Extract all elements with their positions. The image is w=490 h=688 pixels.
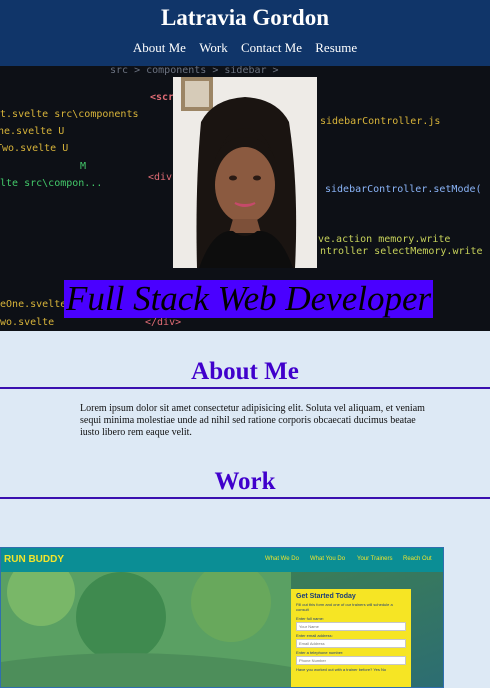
project-nav-item: Your Trainers [357,556,393,562]
code-line: Two.svelte U [0,143,69,154]
project-hero-photo [1,572,291,687]
code-line: neOne.svelte [0,299,67,310]
project-nav-item: What We Do [265,556,299,562]
form-yes-option: Yes [373,667,380,672]
code-line: Two.svelte [0,317,55,328]
form-no-option: No [380,667,387,672]
project-header-bar: RUN BUDDY What We Do What You Do Your Tr… [1,548,443,572]
code-line: src > components > sidebar > [110,66,279,76]
nav-work[interactable]: Work [199,40,228,55]
project-screenshot-run-buddy[interactable]: RUN BUDDY What We Do What You Do Your Tr… [0,547,444,688]
code-line: <div [148,172,173,183]
form-question-text: Have you worked out with a trainer befor… [296,667,373,672]
about-me-text: Lorem ipsum dolor sit amet consectetur a… [80,403,425,438]
form-subtitle: Fill out this form and one of our traine… [296,602,393,612]
project-signup-form: Get Started Today Fill out this form and… [291,589,411,687]
profile-photo [173,77,317,268]
code-line: sidebarController.js [320,116,441,127]
project-nav-item: Reach Out [403,556,432,562]
site-title: Latravia Gordon [160,5,330,30]
work-heading: Work [0,467,490,499]
code-line: ht.svelte src\components [0,109,139,120]
form-label: Enter email address: [296,633,333,638]
nav-about-me[interactable]: About Me [133,40,186,55]
hero-tagline: Full Stack Web Developer [64,279,434,318]
hero-banner: src > components > sidebar > <scri ht.sv… [0,66,490,331]
form-label: Enter full name: [296,616,325,621]
nav-contact-me[interactable]: Contact Me [241,40,302,55]
project-nav-item: What You Do [310,556,346,562]
code-line: sidebarController.setMode( [325,184,482,195]
form-question: Have you worked out with a trainer befor… [296,667,406,672]
form-phone-field: Phone Number [296,656,406,665]
project-brand: RUN BUDDY [4,554,64,565]
about-me-heading: About Me [0,357,490,389]
code-line: M [80,161,87,172]
code-line: </div> [145,317,182,328]
code-line: elte src\compon... [0,178,103,189]
nav-resume[interactable]: Resume [315,40,357,55]
code-line: ntroller selectMemory.write [320,246,483,257]
main-nav: About Me Work Contact Me Resume [0,40,490,56]
form-label: Enter a telephone number: [296,650,344,655]
site-header: Latravia Gordon About Me Work Contact Me… [0,0,490,66]
code-line: ve.action memory.write [318,234,451,245]
form-email-field: Email Address [296,639,406,648]
form-title: Get Started Today [296,593,356,600]
code-line: ne.svelte U [0,126,65,137]
form-name-field: Your Name [296,622,406,631]
